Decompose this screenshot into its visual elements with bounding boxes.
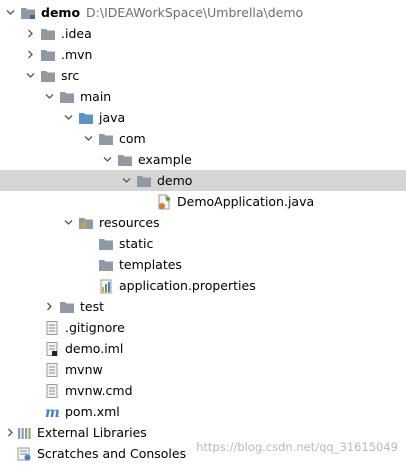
file-label: mvnw.cmd — [65, 383, 133, 398]
folder-label: static — [119, 236, 154, 251]
folder-icon — [98, 257, 114, 273]
chevron-down-icon[interactable] — [62, 107, 74, 128]
spring-class-icon — [156, 194, 172, 210]
text-file-icon — [44, 320, 60, 336]
folder-icon — [98, 236, 114, 252]
watermark: https://blog.csdn.net/qq_31615049 — [196, 440, 398, 454]
tree-row-mvn[interactable]: .mvn — [0, 44, 406, 65]
tree-row-static[interactable]: static — [0, 233, 406, 254]
module-file-icon — [44, 341, 60, 357]
file-label: .gitignore — [65, 320, 125, 335]
tree-row-com[interactable]: com — [0, 128, 406, 149]
source-folder-icon — [78, 110, 94, 126]
tree-label: Scratches and Consoles — [37, 446, 187, 461]
file-label: mvnw — [65, 362, 103, 377]
chevron-down-icon[interactable] — [62, 212, 74, 233]
folder-label: com — [119, 131, 146, 146]
tree-row-demo-application[interactable]: DemoApplication.java — [0, 191, 406, 212]
folder-label: test — [80, 299, 105, 314]
text-file-icon — [44, 383, 60, 399]
tree-row-example[interactable]: example — [0, 149, 406, 170]
tree-row-mvnw-cmd[interactable]: mvnw.cmd — [0, 380, 406, 401]
chevron-right-icon[interactable] — [24, 44, 36, 65]
text-file-icon — [44, 362, 60, 378]
folder-label: example — [138, 152, 192, 167]
module-folder-icon — [20, 5, 36, 21]
chevron-down-icon[interactable] — [120, 170, 132, 191]
folder-icon — [40, 26, 56, 42]
folder-icon — [59, 299, 75, 315]
tree-row-demo-package[interactable]: demo — [0, 170, 406, 191]
chevron-right-icon[interactable] — [4, 422, 16, 443]
tree-row-application-properties[interactable]: application.properties — [0, 275, 406, 296]
chevron-down-icon[interactable] — [82, 128, 94, 149]
tree-row-resources[interactable]: resources — [0, 212, 406, 233]
chevron-right-icon[interactable] — [43, 296, 55, 317]
project-path: D:\IDEAWorkSpace\Umbrella\demo — [86, 5, 304, 20]
folder-label: demo — [157, 173, 193, 188]
folder-label: main — [80, 89, 112, 104]
folder-icon — [40, 47, 56, 63]
tree-row-project-root[interactable]: demo D:\IDEAWorkSpace\Umbrella\demo — [0, 2, 406, 23]
resources-folder-icon — [78, 215, 94, 231]
tree-row-src[interactable]: src — [0, 65, 406, 86]
tree-row-idea[interactable]: .idea — [0, 23, 406, 44]
scratches-icon — [16, 446, 32, 462]
file-label: demo.iml — [65, 341, 124, 356]
tree-row-main[interactable]: main — [0, 86, 406, 107]
file-label: application.properties — [119, 278, 256, 293]
tree-row-mvnw[interactable]: mvnw — [0, 359, 406, 380]
properties-file-icon — [98, 278, 114, 294]
folder-label: resources — [99, 215, 160, 230]
folder-label: .idea — [61, 26, 92, 41]
chevron-down-icon[interactable] — [43, 86, 55, 107]
tree-row-demo-iml[interactable]: demo.iml — [0, 338, 406, 359]
tree-row-gitignore[interactable]: .gitignore — [0, 317, 406, 338]
tree-label: External Libraries — [37, 425, 147, 440]
package-folder-icon — [136, 173, 152, 189]
tree-row-templates[interactable]: templates — [0, 254, 406, 275]
chevron-down-icon[interactable] — [4, 2, 16, 23]
chevron-down-icon[interactable] — [101, 149, 113, 170]
file-label: pom.xml — [65, 404, 120, 419]
chevron-right-icon[interactable] — [24, 23, 36, 44]
project-name: demo — [41, 5, 81, 20]
folder-label: java — [99, 110, 126, 125]
folder-label: .mvn — [61, 47, 93, 62]
package-folder-icon — [98, 131, 114, 147]
tree-row-test[interactable]: test — [0, 296, 406, 317]
file-label: DemoApplication.java — [177, 194, 315, 209]
libraries-icon — [16, 425, 32, 441]
folder-label: templates — [119, 257, 182, 272]
maven-icon: m — [44, 404, 60, 420]
folder-icon — [40, 68, 56, 84]
svg-text:m: m — [45, 405, 60, 420]
tree-row-java[interactable]: java — [0, 107, 406, 128]
folder-icon — [59, 89, 75, 105]
tree-row-pom[interactable]: m pom.xml — [0, 401, 406, 422]
package-folder-icon — [117, 152, 133, 168]
chevron-down-icon[interactable] — [24, 65, 36, 86]
folder-label: src — [61, 68, 80, 83]
